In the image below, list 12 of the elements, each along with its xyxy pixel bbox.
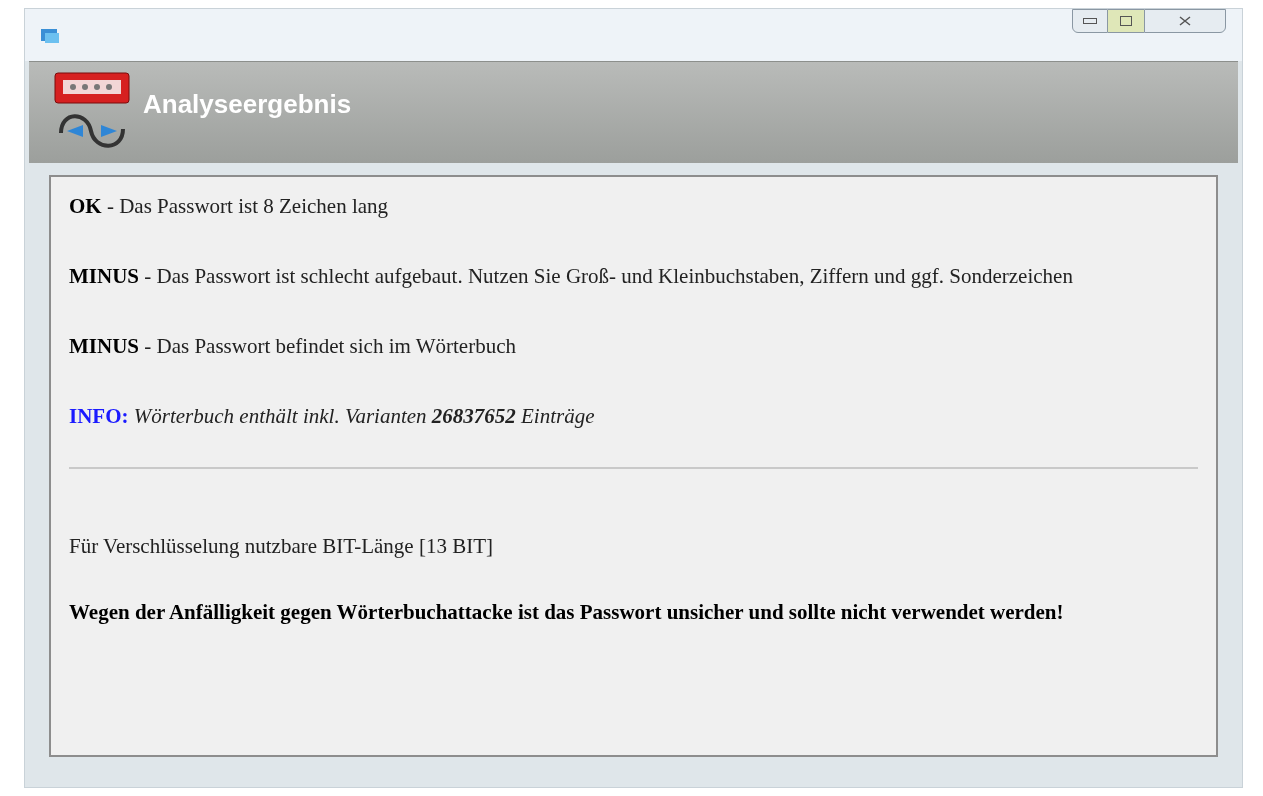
maximize-icon (1120, 16, 1132, 26)
minimize-icon (1083, 18, 1097, 24)
result-message: MINUS - Das Passwort befindet sich im Wörterbuch (69, 333, 517, 360)
minimize-button[interactable] (1072, 9, 1108, 33)
maximize-button[interactable] (1108, 9, 1144, 33)
close-icon (1179, 16, 1191, 26)
info-message: INFO: Wörterbuch enthält inkl. Varianten 26837652 Einträge (69, 403, 596, 430)
header-title: Analyseergebnis (143, 88, 352, 121)
warning-text: Wegen der Anfälligkeit gegen Wörterbuchattacke ist das Passwort unsicher und sollte nicht verwendet werden! (69, 598, 1065, 626)
bit-length-text: Für Verschlüsselung nutzbare BIT-Länge [13 BIT] (69, 533, 494, 560)
result-message: MINUS - Das Passwort ist schlecht aufgebaut. Nutzen Sie Groß- und Kleinbuchstaben, Ziffern und ggf. Sonderzeichen (69, 263, 1074, 290)
result-message: OK - Das Passwort ist 8 Zeichen lang (69, 193, 390, 220)
